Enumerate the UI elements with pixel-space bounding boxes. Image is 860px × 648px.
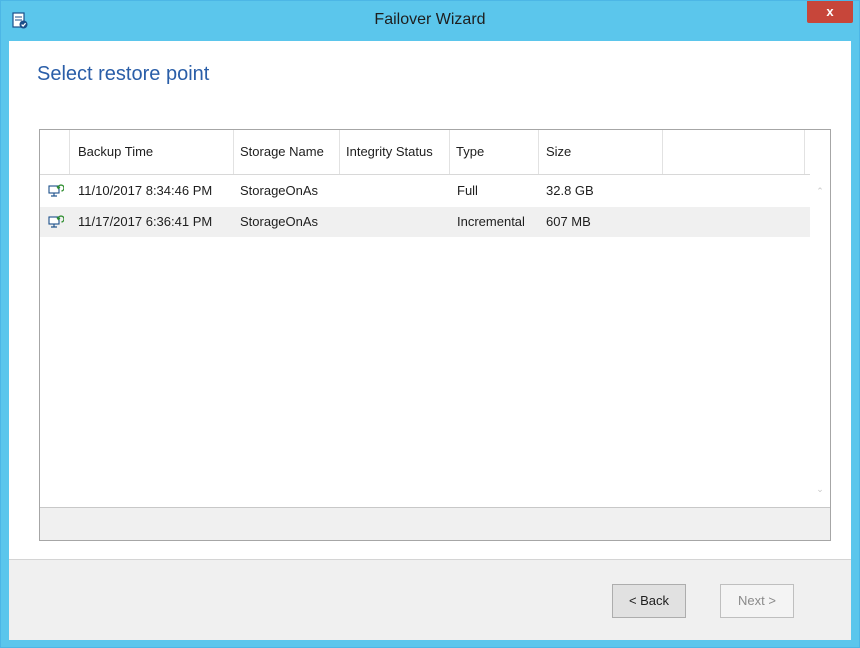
next-button[interactable]: Next > [720,584,794,618]
computer-restore-icon [48,215,64,228]
cell-backup-time: 11/17/2017 6:36:41 PM [78,214,213,229]
wizard-client-area: Select restore point Backup Time Storage… [9,41,851,640]
cell-size: 32.8 GB [546,183,594,198]
column-header-size[interactable]: Size [539,130,663,174]
table-header: Backup Time Storage Name Integrity Statu… [40,130,830,175]
computer-restore-icon [48,184,64,197]
vertical-scrollbar[interactable]: ⌃ ⌄ [810,174,830,506]
column-header-integrity-status[interactable]: Integrity Status [340,130,450,174]
cell-storage-name: StorageOnAs [240,214,319,229]
cell-type: Full [457,183,478,198]
horizontal-scrollbar[interactable] [40,507,830,540]
scroll-up-icon[interactable]: ⌃ [815,186,825,196]
back-button[interactable]: < Back [612,584,686,618]
cell-storage-name: StorageOnAs [240,183,319,198]
restore-point-table[interactable]: Backup Time Storage Name Integrity Statu… [39,129,831,541]
page-title: Select restore point [37,63,210,85]
table-row[interactable]: 11/10/2017 8:34:46 PM StorageOnAs Full 3… [40,176,810,206]
cell-backup-time: 11/10/2017 8:34:46 PM [78,183,213,198]
column-header-backup-time[interactable]: Backup Time [70,130,234,174]
failover-wizard-window: Failover Wizard x Select restore point B… [0,0,860,648]
scroll-down-icon[interactable]: ⌄ [815,484,825,494]
title-bar[interactable]: Failover Wizard x [1,1,859,41]
window-title: Failover Wizard [374,11,486,28]
cell-size: 607 MB [546,214,591,229]
column-header-type[interactable]: Type [450,130,539,174]
column-header-storage-name[interactable]: Storage Name [234,130,340,174]
column-header-spacer [663,130,805,174]
header-icon-column [40,130,70,174]
cell-type: Incremental [457,214,525,229]
wizard-footer: < Back Next > [9,559,851,640]
close-button[interactable]: x [807,1,853,23]
table-row[interactable]: 11/17/2017 6:36:41 PM StorageOnAs Increm… [40,207,810,237]
